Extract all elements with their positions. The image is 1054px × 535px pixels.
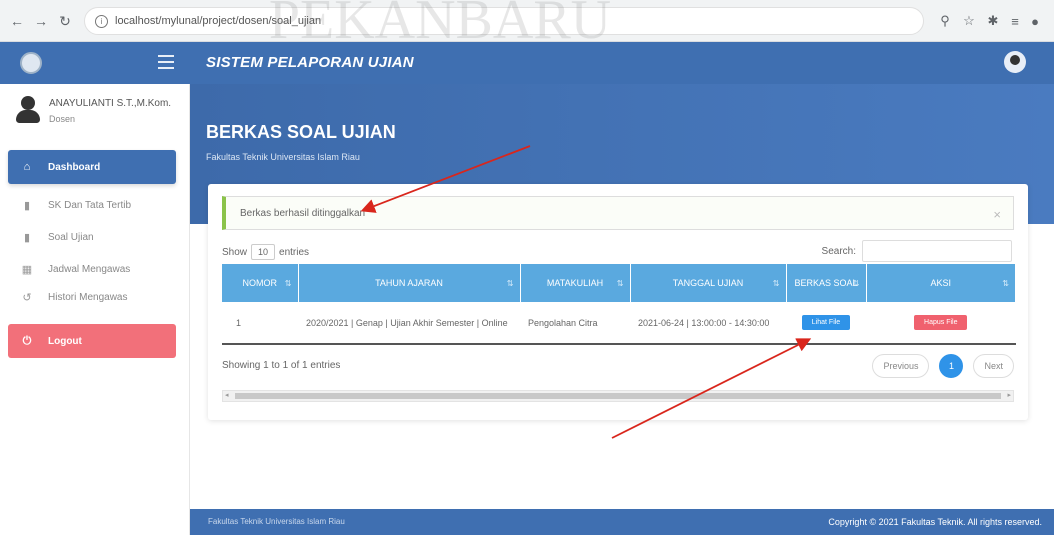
calendar-icon: ▦ <box>21 263 33 276</box>
sidebar-item-label: SK Dan Tata Tertib <box>48 199 132 211</box>
sidebar-item-label: Soal Ujian <box>48 231 94 243</box>
close-icon[interactable]: × <box>993 207 1001 222</box>
scroll-right-icon[interactable]: ▸ <box>1007 391 1011 401</box>
cell-berkas-soal: Lihat File <box>786 302 866 345</box>
user-name: ANAYULIANTI S.T.,M.Kom. <box>49 98 172 109</box>
university-logo <box>20 52 42 74</box>
column-label: MATAKULIAH <box>546 278 604 288</box>
user-menu-avatar-icon[interactable] <box>1004 51 1026 73</box>
table-row: 1 2020/2021 | Genap | Ujian Akhir Semest… <box>222 302 1016 345</box>
reload-icon[interactable]: ↻ <box>56 12 74 30</box>
table-header-row: NOMOR ⇅ TAHUN AJARAN ⇅ MATAKULIAH ⇅ TANGGAL… <box>222 264 1016 302</box>
user-role: Dosen <box>49 114 76 124</box>
sidebar-item-label: Dashboard <box>48 161 101 173</box>
home-icon: ⌂ <box>23 161 31 173</box>
sort-icon: ⇅ <box>852 279 860 288</box>
profile-icon[interactable]: ● <box>1026 12 1044 30</box>
zoom-icon[interactable]: ⚲ <box>936 12 954 30</box>
cell-aksi: Hapus File <box>866 302 1016 345</box>
sort-icon: ⇅ <box>284 279 292 288</box>
column-header-tahun-ajaran[interactable]: TAHUN AJARAN ⇅ <box>298 264 521 302</box>
table-length-control: Show 10 entries <box>222 244 309 260</box>
page-subtitle: Fakultas Teknik Universitas Islam Riau <box>206 152 360 162</box>
sidebar-item-label: Logout <box>48 335 82 347</box>
sidebar-brand <box>0 42 190 84</box>
cell-matakuliah: Pengolahan Citra <box>520 302 630 345</box>
sidebar-item-histori-mengawas[interactable]: ↺ Histori Mengawas <box>8 280 176 314</box>
content-card: Berkas berhasil ditinggalkan × Show 10 e… <box>208 184 1028 420</box>
sidebar-item-label: Histori Mengawas <box>48 291 128 303</box>
previous-page-button[interactable]: Previous <box>872 354 930 378</box>
column-header-nomor[interactable]: NOMOR ⇅ <box>222 264 299 302</box>
view-file-button[interactable]: Lihat File <box>801 315 851 330</box>
pagination: Previous 1 Next <box>872 354 1014 378</box>
info-icon[interactable]: i <box>95 15 108 28</box>
column-label: BERKAS SOAL <box>794 278 858 288</box>
sidebar-item-logout[interactable]: ⏻ Logout <box>8 324 176 358</box>
column-header-matakuliah[interactable]: MATAKULIAH ⇅ <box>520 264 631 302</box>
top-navbar: SISTEM PELAPORAN UJIAN <box>190 42 1054 84</box>
footer-left-text: Fakultas Teknik Universitas Islam Riau <box>208 517 345 526</box>
column-header-berkas-soal[interactable]: BERKAS SOAL ⇅ <box>786 264 867 302</box>
sort-icon: ⇅ <box>616 279 624 288</box>
alert-message: Berkas berhasil ditinggalkan <box>240 208 366 219</box>
file-icon: ▮ <box>23 199 31 212</box>
delete-file-button[interactable]: Hapus File <box>914 315 968 330</box>
soal-ujian-table: NOMOR ⇅ TAHUN AJARAN ⇅ MATAKULIAH ⇅ TANGGAL… <box>222 264 1016 345</box>
search-input[interactable] <box>862 240 1012 262</box>
entries-select[interactable]: 10 <box>251 244 276 260</box>
current-page-button[interactable]: 1 <box>939 354 964 378</box>
address-bar[interactable]: i localhost/mylunal/project/dosen/soal_u… <box>84 7 924 35</box>
sidebar-item-soal-ujian[interactable]: ▮ Soal Ujian <box>8 220 176 254</box>
reading-list-icon[interactable]: ≡ <box>1006 12 1024 30</box>
next-page-button[interactable]: Next <box>973 354 1014 378</box>
browser-toolbar: ← → ↻ i localhost/mylunal/project/dosen/… <box>0 0 1054 42</box>
sidebar-item-label: Jadwal Mengawas <box>48 263 131 275</box>
entries-label: entries <box>279 246 310 258</box>
sidebar-item-sk-tata-tertib[interactable]: ▮ SK Dan Tata Tertib <box>8 188 176 222</box>
bookmark-star-icon[interactable]: ☆ <box>960 12 978 30</box>
success-alert: Berkas berhasil ditinggalkan × <box>222 196 1014 230</box>
table-search: Search: <box>822 240 1012 262</box>
sort-icon: ⇅ <box>1002 279 1009 288</box>
cell-nomor: 1 <box>222 302 298 345</box>
sort-icon: ⇅ <box>772 279 780 288</box>
column-label: NOMOR <box>242 278 278 288</box>
sidebar: ANAYULIANTI S.T.,M.Kom. Dosen ⌂ Dashboar… <box>0 42 190 535</box>
column-header-tanggal-ujian[interactable]: TANGGAL UJIAN ⇅ <box>630 264 787 302</box>
user-panel: ANAYULIANTI S.T.,M.Kom. Dosen <box>14 94 184 138</box>
extensions-icon[interactable]: ✱ <box>984 12 1002 30</box>
hamburger-menu-icon[interactable] <box>158 55 174 69</box>
column-label: TAHUN AJARAN <box>375 278 443 288</box>
power-icon: ⏻ <box>22 334 32 347</box>
footer: Fakultas Teknik Universitas Islam Riau C… <box>190 509 1054 535</box>
forward-icon[interactable]: → <box>32 12 50 30</box>
history-icon: ↺ <box>22 291 32 304</box>
scrollbar-thumb[interactable] <box>235 393 1001 399</box>
sort-icon: ⇅ <box>506 279 514 288</box>
user-avatar-icon <box>16 96 40 124</box>
search-label: Search: <box>821 245 856 257</box>
cell-tanggal-ujian: 2021-06-24 | 13:00:00 - 14:30:00 <box>630 302 786 345</box>
table-info: Showing 1 to 1 of 1 entries <box>222 360 341 371</box>
show-label: Show <box>222 246 248 258</box>
app-title: SISTEM PELAPORAN UJIAN <box>206 54 414 71</box>
back-icon[interactable]: ← <box>8 12 26 30</box>
horizontal-scrollbar[interactable]: ◂ ▸ <box>222 390 1014 402</box>
file-icon: ▮ <box>23 231 31 244</box>
column-label: TANGGAL UJIAN <box>672 278 744 288</box>
sidebar-item-dashboard[interactable]: ⌂ Dashboard <box>8 150 176 184</box>
column-header-aksi[interactable]: AKSI ⇅ <box>866 264 1016 302</box>
footer-copyright: Copyright © 2021 Fakultas Teknik. All ri… <box>828 517 1042 527</box>
column-label: AKSI <box>930 278 951 288</box>
scroll-left-icon[interactable]: ◂ <box>225 391 229 401</box>
page-title: BERKAS SOAL UJIAN <box>206 122 396 142</box>
url-text: localhost/mylunal/project/dosen/soal_uji… <box>115 15 322 27</box>
cell-tahun-ajaran: 2020/2021 | Genap | Ujian Akhir Semester… <box>298 302 520 345</box>
